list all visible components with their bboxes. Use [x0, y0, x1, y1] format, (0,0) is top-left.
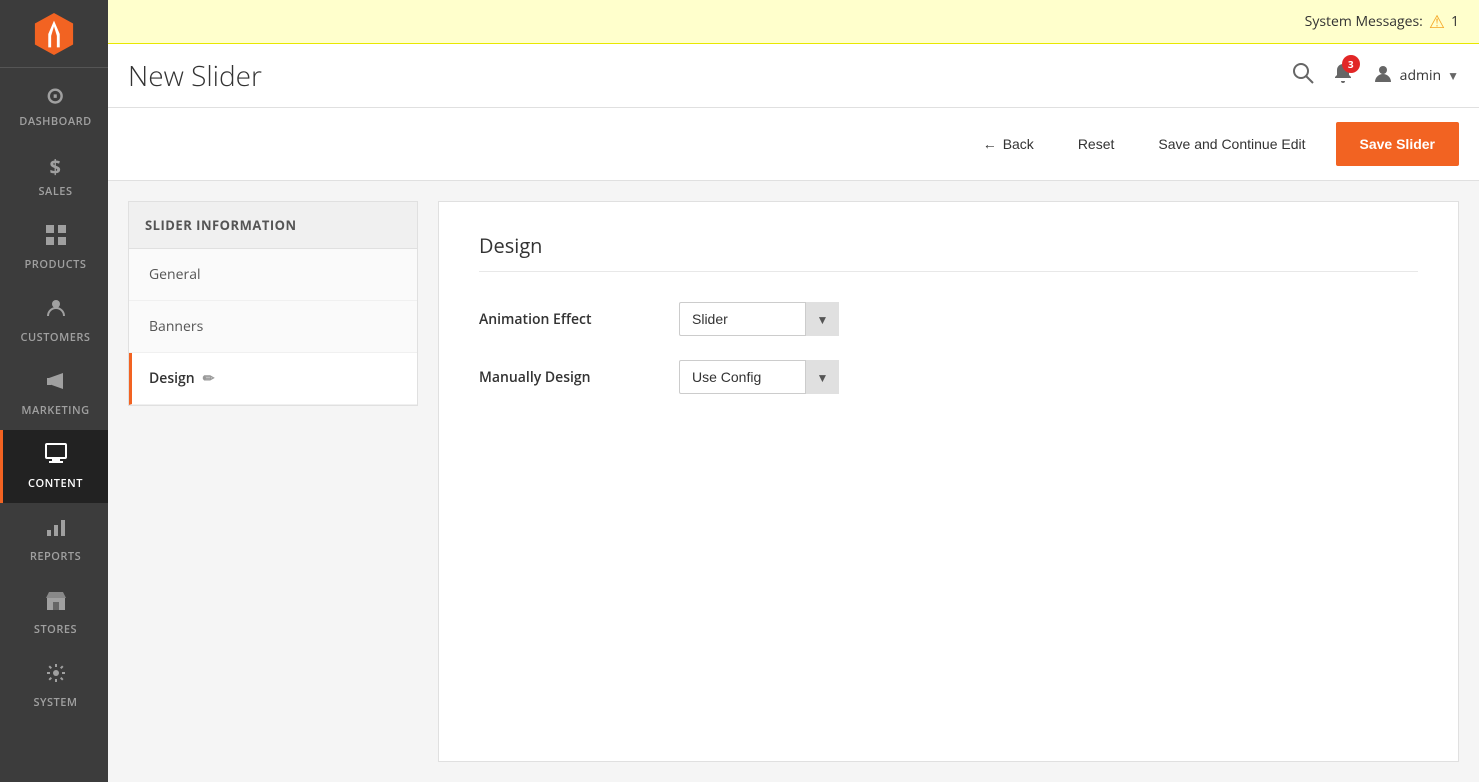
customers-icon	[45, 296, 67, 326]
notifications-count: 3	[1342, 55, 1360, 73]
back-button[interactable]: ← Back	[969, 126, 1048, 162]
sidebar-item-label: MARKETING	[21, 403, 89, 418]
design-section-title: Design	[479, 232, 1418, 272]
animation-effect-label: Animation Effect	[479, 310, 659, 329]
edit-pencil-icon: ✏	[203, 369, 215, 388]
content-area: SLIDER INFORMATION General Banners Desig…	[108, 181, 1479, 782]
sidebar-item-sales[interactable]: $ SALES	[0, 141, 108, 211]
slider-info-panel: SLIDER INFORMATION General Banners Desig…	[128, 201, 418, 406]
stores-icon	[45, 588, 67, 618]
manually-design-label: Manually Design	[479, 368, 659, 387]
nav-item-design-label: Design	[149, 369, 195, 388]
marketing-icon	[45, 369, 67, 399]
save-continue-button[interactable]: Save and Continue Edit	[1144, 126, 1319, 162]
animation-effect-row: Animation Effect Slider Fade Zoom ▼	[479, 302, 1418, 336]
sidebar-item-label: REPORTS	[30, 549, 81, 564]
main-content: System Messages: ⚠ 1 New Slider 3 admin	[108, 0, 1479, 782]
sidebar-item-label: PRODUCTS	[25, 257, 87, 272]
dashboard-icon: ⊙	[46, 80, 65, 110]
manually-design-row: Manually Design Use Config Yes No ▼	[479, 360, 1418, 394]
admin-chevron-icon: ▼	[1447, 67, 1459, 84]
system-message-content: System Messages: ⚠ 1	[1305, 10, 1459, 34]
admin-avatar-icon	[1372, 61, 1394, 91]
sidebar-item-system[interactable]: SYSTEM	[0, 649, 108, 722]
system-message-count: 1	[1451, 12, 1459, 31]
action-bar: ← Back Reset Save and Continue Edit Save…	[108, 108, 1479, 181]
sidebar-item-products[interactable]: PRODUCTS	[0, 211, 108, 284]
page-title: New Slider	[128, 57, 262, 95]
content-icon	[45, 442, 67, 472]
sidebar-item-reports[interactable]: REPORTS	[0, 503, 108, 576]
right-panel: Design Animation Effect Slider Fade Zoom…	[438, 201, 1459, 762]
nav-item-design[interactable]: Design ✏	[129, 353, 417, 405]
nav-item-banners[interactable]: Banners	[129, 301, 417, 353]
sidebar-item-label: SYSTEM	[33, 695, 77, 710]
back-arrow-icon: ←	[983, 136, 997, 152]
sidebar-item-label: CUSTOMERS	[21, 330, 91, 345]
products-icon	[45, 223, 67, 253]
header-bar: New Slider 3 admin ▼	[108, 44, 1479, 108]
sidebar-item-dashboard[interactable]: ⊙ DASHBOARD	[0, 68, 108, 141]
header-actions: 3 admin ▼	[1292, 61, 1459, 91]
manually-design-select-wrapper: Use Config Yes No ▼	[679, 360, 839, 394]
save-slider-button[interactable]: Save Slider	[1336, 122, 1460, 166]
sidebar-item-stores[interactable]: STORES	[0, 576, 108, 649]
animation-effect-select-wrapper: Slider Fade Zoom ▼	[679, 302, 839, 336]
slider-info-header: SLIDER INFORMATION	[129, 202, 417, 249]
manually-design-select[interactable]: Use Config Yes No	[679, 360, 839, 394]
sidebar: ⊙ DASHBOARD $ SALES PRODUCTS CUSTOMERS M…	[0, 0, 108, 782]
system-message-bar: System Messages: ⚠ 1	[108, 0, 1479, 44]
animation-effect-select[interactable]: Slider Fade Zoom	[679, 302, 839, 336]
sidebar-item-content[interactable]: CONTENT	[0, 430, 108, 503]
sidebar-item-label: CONTENT	[28, 476, 83, 491]
reports-icon	[45, 515, 67, 545]
system-messages-label: System Messages:	[1305, 12, 1423, 31]
sales-icon: $	[50, 153, 62, 180]
left-panel: SLIDER INFORMATION General Banners Desig…	[128, 201, 418, 762]
admin-name: admin	[1400, 66, 1441, 85]
nav-item-general[interactable]: General	[129, 249, 417, 301]
warning-icon: ⚠	[1429, 10, 1445, 34]
notifications-bell[interactable]: 3	[1332, 61, 1354, 91]
reset-button[interactable]: Reset	[1064, 126, 1129, 162]
system-icon	[45, 661, 67, 691]
search-icon[interactable]	[1292, 61, 1314, 91]
sidebar-item-customers[interactable]: CUSTOMERS	[0, 284, 108, 357]
logo[interactable]	[0, 0, 108, 68]
admin-user-menu[interactable]: admin ▼	[1372, 61, 1459, 91]
sidebar-item-label: STORES	[34, 622, 77, 637]
sidebar-item-label: DASHBOARD	[19, 114, 91, 129]
sidebar-item-marketing[interactable]: MARKETING	[0, 357, 108, 430]
sidebar-item-label: SALES	[39, 184, 73, 199]
